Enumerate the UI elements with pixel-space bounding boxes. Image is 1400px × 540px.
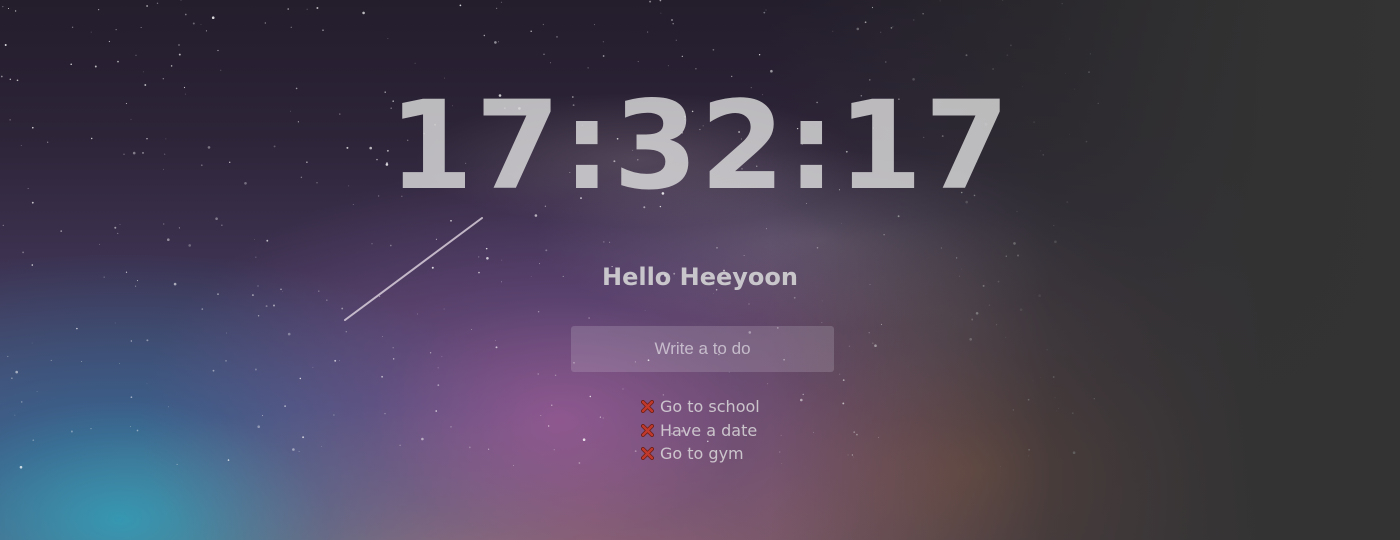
cross-mark-icon [640,423,654,437]
delete-todo-button[interactable] [640,400,654,414]
delete-todo-button[interactable] [640,447,654,461]
greeting-text: Hello Heeyoon [601,263,798,291]
todo-form [571,326,834,372]
clock-display: 17:32:17 [388,75,1012,217]
todo-text: Go to gym [660,444,744,464]
todo-text: Have a date [660,420,758,440]
delete-todo-button[interactable] [640,423,654,437]
todo-input[interactable] [571,326,834,372]
todo-text: Go to school [660,397,760,417]
todo-item: Have a date [640,419,900,443]
todo-item: Go to school [640,395,900,419]
cross-mark-icon [640,447,654,461]
cross-mark-icon [640,400,654,414]
todo-item: Go to gym [640,442,900,466]
todo-list: Go to school Have a date Go to gym [640,395,900,466]
